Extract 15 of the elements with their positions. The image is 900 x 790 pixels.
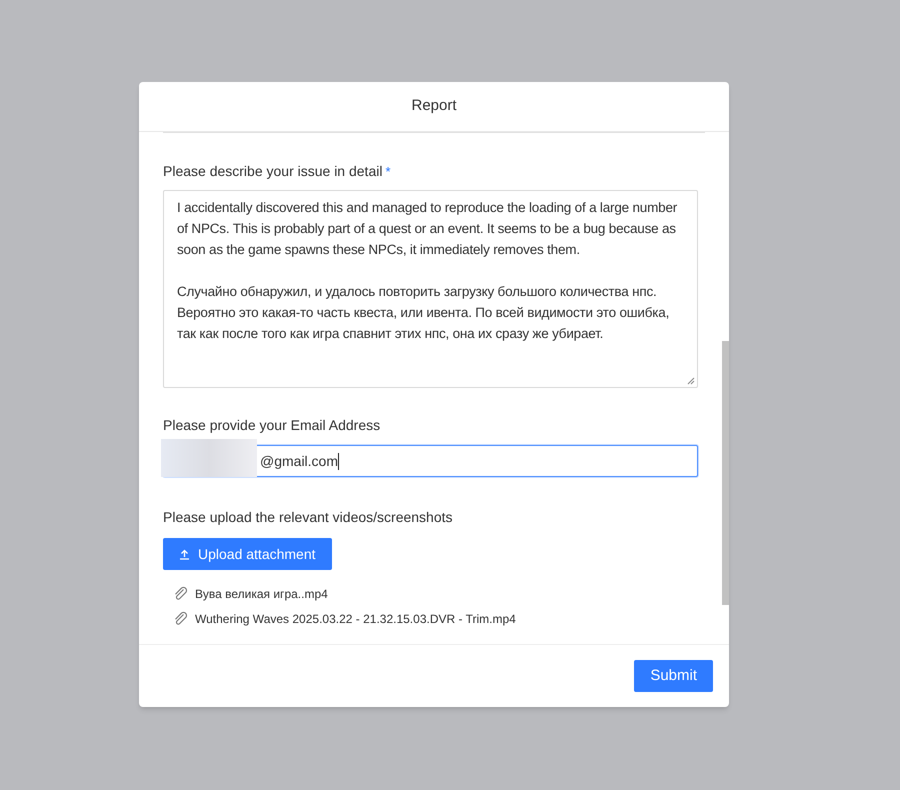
upload-button[interactable]: Upload attachment xyxy=(163,538,332,570)
scrollbar[interactable] xyxy=(722,341,729,605)
required-asterisk-icon: * xyxy=(385,164,391,178)
submit-button[interactable]: Submit xyxy=(634,660,713,692)
attachment-filename[interactable]: Вува великая игра..mp4 xyxy=(195,584,328,602)
paperclip-icon xyxy=(173,611,188,626)
description-field[interactable]: I accidentally discovered this and managed to reproduce the loading of a large number of NPCs. This is probably part of a quest or an event. It seems to be a bug because as soon as the game spawns these NPCs, it immediately removes them. Случайно обнаружил, и удалось повторить загрузку большого количества нпс. Вероятно это какая-то часть квеста, или ивента. По всей видимости это ошибка, так как после того как игра спавнит этих нпс, она их сразу же убирает. xyxy=(163,190,698,388)
field-label: Please describe your issue in detail xyxy=(163,162,382,181)
field-label: Please provide your Email Address xyxy=(163,416,382,435)
attachment-filename[interactable]: Wuthering Waves 2025.03.22 - 21.32.15.03.DVR - Trim.mp4 xyxy=(195,610,516,628)
field-label: Please upload the relevant videos/screenshots xyxy=(163,508,454,527)
upload-icon xyxy=(179,548,190,560)
dialog-title: Report xyxy=(411,96,457,116)
resize-grip-icon[interactable] xyxy=(687,377,695,385)
paperclip-icon xyxy=(173,586,188,601)
